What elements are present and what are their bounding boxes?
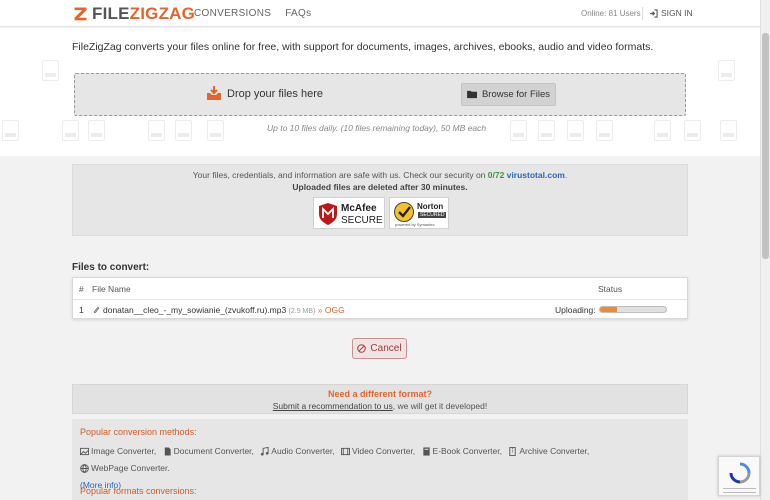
page-scrollbar[interactable] [760, 0, 770, 500]
need-format-panel: Need a different format? Submit a recomm… [72, 384, 688, 414]
bg-file-icon [538, 120, 555, 141]
bg-file-icon [207, 120, 224, 141]
file-dropzone[interactable]: Drop your files here Browse for Files [74, 73, 686, 116]
intro-text: FileZigZag converts your files online fo… [72, 41, 654, 53]
virustotal-link[interactable]: virustotal.com [507, 170, 565, 180]
col-status: Status [598, 284, 623, 294]
need-format-title: Need a different format? [327, 389, 432, 399]
recaptcha-text-lines [723, 488, 756, 493]
col-file-name: File Name [92, 284, 131, 294]
upload-section: FileZigZag converts your files online fo… [0, 28, 760, 156]
bg-file-icon [88, 120, 105, 141]
norton-secured-badge[interactable]: Norton SECURED powered by Symantec [389, 197, 449, 229]
recaptcha-icon [729, 462, 751, 484]
upload-status: Uploading: [555, 305, 596, 315]
files-table: # File Name Status 1 donatan__cleo_-_my_… [72, 277, 688, 319]
image-icon [80, 447, 89, 456]
col-num: # [79, 284, 84, 294]
submit-recommendation-link[interactable]: Submit a recommendation to us [273, 401, 393, 411]
audio-converter-link[interactable]: Audio Converter, [260, 444, 335, 459]
archive-icon [509, 447, 517, 456]
bg-file-icon [148, 120, 165, 141]
recaptcha-badge[interactable] [718, 456, 760, 496]
convert-arrow: » [317, 305, 323, 315]
ebook-converter-link[interactable]: E-Book Converter, [422, 444, 502, 459]
image-converter-link[interactable]: Image Converter, [80, 444, 156, 459]
paperclip-icon [93, 307, 100, 314]
virustotal-ratio: 0/72 [487, 170, 505, 180]
online-users: Online: 81 Users [581, 9, 641, 18]
norton-check-icon [394, 202, 414, 222]
sign-in-link[interactable]: SIGN IN [649, 8, 693, 18]
music-note-icon [261, 447, 269, 456]
bg-file-icon [62, 120, 79, 141]
scrollbar-thumb[interactable] [762, 33, 769, 259]
top-header: FILEZIGZAG CONVERSIONS FAQs Online: 81 U… [0, 0, 760, 27]
logo-text: FILEZIGZAG [92, 3, 196, 23]
security-panel: Your files, credentials, and information… [72, 164, 688, 236]
nav-faqs[interactable]: FAQs [285, 8, 311, 19]
main-nav: CONVERSIONS FAQs [194, 8, 311, 19]
bg-file-icon [510, 120, 527, 141]
norton-powered: powered by Symantec [395, 222, 435, 227]
cancel-label: Cancel [370, 343, 402, 354]
deletion-note: Uploaded files are deleted after 30 minu… [292, 182, 468, 192]
globe-icon [80, 464, 89, 473]
security-note: Your files, credentials, and information… [192, 170, 568, 180]
mcafee-secure-badge[interactable]: McAfee SECURE [313, 197, 385, 229]
mcafee-secure: SECURE [341, 215, 383, 226]
bg-file-icon [175, 120, 192, 141]
cancel-icon [357, 344, 367, 353]
browse-files-label: Browse for Files [481, 89, 551, 100]
bg-file-icon [684, 120, 701, 141]
bg-file-icon [654, 120, 671, 141]
bg-file-icon [596, 120, 613, 141]
upload-box-icon [207, 86, 221, 100]
file-name: donatan__cleo_-_my_sowianie_(zvukoff.ru)… [103, 305, 345, 315]
popular-methods-panel: Popular conversion methods: Image Conver… [72, 419, 688, 500]
nav-conversions[interactable]: CONVERSIONS [194, 8, 271, 19]
norton-secured: SECURED [418, 212, 447, 218]
file-size: (2.9 MB) [288, 308, 316, 315]
need-format-text: Submit a recommendation to us, we will g… [272, 401, 488, 411]
norton-name: Norton [417, 202, 444, 211]
bg-file-icon [2, 120, 19, 141]
mcafee-shield-icon [319, 203, 337, 225]
upload-limits: Up to 10 files daily. (10 files remainin… [267, 123, 487, 133]
book-icon [422, 447, 430, 456]
table-row: 1 donatan__cleo_-_my_sowianie_(zvukoff.r… [73, 300, 687, 319]
browse-files-button[interactable]: Browse for Files [461, 83, 556, 106]
bg-file-icon [720, 120, 737, 141]
cancel-button[interactable]: Cancel [352, 338, 407, 359]
bg-file-icon [718, 60, 735, 81]
row-number: 1 [79, 305, 84, 315]
archive-converter-link[interactable]: Archive Converter, [508, 444, 589, 459]
mcafee-name: McAfee [341, 203, 377, 214]
webpage-converter-link[interactable]: WebPage Converter. [80, 461, 170, 476]
upload-progress-bar [599, 306, 667, 313]
popular-methods-title: Popular conversion methods: [80, 427, 197, 437]
folder-icon [467, 90, 477, 99]
sign-in-icon [649, 8, 658, 18]
document-icon [164, 447, 171, 456]
files-to-convert-title: Files to convert: [72, 262, 150, 273]
filezigzag-logo[interactable]: FILEZIGZAG [72, 4, 195, 23]
popular-formats-title: Popular formats conversions: [80, 486, 197, 496]
drop-label: Drop your files here [227, 88, 323, 100]
document-converter-link[interactable]: Document Converter, [163, 444, 254, 459]
bg-file-icon [567, 120, 584, 141]
upload-progress-fill [600, 307, 617, 312]
sign-in-label: SIGN IN [661, 8, 693, 18]
video-converter-link[interactable]: Video Converter, [340, 444, 415, 459]
logo-icon [74, 7, 87, 21]
target-format[interactable]: OGG [325, 305, 345, 315]
film-icon [340, 447, 350, 456]
header-divider [642, 7, 643, 20]
bg-file-icon [42, 60, 59, 81]
